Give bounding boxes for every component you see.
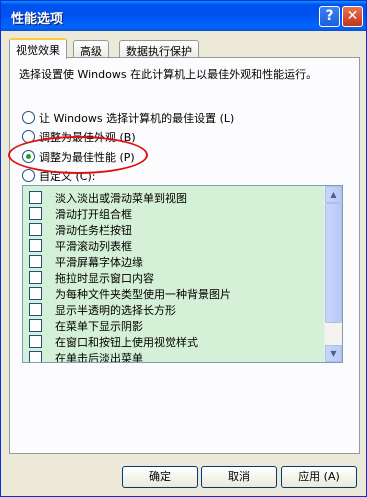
checkbox[interactable] [29, 191, 42, 204]
scroll-thumb[interactable] [325, 203, 342, 323]
list-item-label: 显示半透明的选择长方形 [55, 304, 176, 317]
intro-text: 选择设置使 Windows 在此计算机上以最佳外观和性能运行。 [19, 68, 318, 81]
tab-visual-effects[interactable]: 视觉效果 [9, 38, 67, 59]
tab-advanced[interactable]: 高级 [73, 40, 109, 58]
checkbox[interactable] [29, 223, 42, 236]
radio-label: 让 Windows 选择计算机的最佳设置 (L) [39, 112, 235, 125]
chevron-up-icon: ▲ [330, 190, 337, 199]
list-item-label: 在菜单下显示阴影 [55, 320, 143, 333]
list-item-label: 平滑屏幕字体边缘 [55, 256, 143, 269]
checkbox[interactable] [29, 271, 42, 284]
checkbox[interactable] [29, 287, 42, 300]
close-icon: ✕ [346, 8, 359, 24]
title-bar[interactable]: 性能选项 ? ✕ [1, 1, 366, 31]
list-item-label: 拖拉时显示窗口内容 [55, 272, 154, 285]
list-item-label: 在窗口和按钮上使用视觉样式 [55, 336, 198, 349]
question-icon: ? [325, 8, 334, 24]
radio-indicator [22, 169, 35, 182]
checkbox[interactable] [29, 239, 42, 252]
scroll-up-button[interactable]: ▲ [325, 186, 342, 203]
radio-indicator [22, 111, 35, 124]
red-highlight-ellipse [8, 136, 148, 174]
list-item-label: 平滑滚动列表框 [55, 240, 132, 253]
close-button[interactable]: ✕ [342, 6, 363, 27]
list-item-label: 为每种文件夹类型使用一种背景图片 [55, 288, 231, 301]
list-item-label: 在单击后淡出菜单 [55, 352, 143, 363]
list-item-label: 滑动任务栏按钮 [55, 224, 132, 237]
chevron-down-icon: ▼ [330, 349, 337, 358]
checkbox[interactable] [29, 207, 42, 220]
help-button[interactable]: ? [319, 6, 340, 27]
visual-effects-list[interactable]: 淡入淡出或滑动菜单到视图 滑动打开组合框 滑动任务栏按钮 平滑滚动列表框 平滑屏… [22, 185, 343, 363]
scroll-down-button[interactable]: ▼ [325, 345, 342, 362]
tab-dep[interactable]: 数据执行保护 [119, 40, 199, 58]
checkbox[interactable] [29, 255, 42, 268]
list-item-label: 淡入淡出或滑动菜单到视图 [55, 192, 187, 205]
checkbox[interactable] [29, 303, 42, 316]
list-item-label: 滑动打开组合框 [55, 208, 132, 221]
window-title: 性能选项 [11, 12, 64, 27]
apply-button[interactable]: 应用 (A) [281, 466, 357, 488]
vertical-scrollbar[interactable]: ▲ ▼ [324, 186, 342, 362]
checkbox[interactable] [29, 351, 42, 362]
cancel-button[interactable]: 取消 [201, 466, 277, 488]
ok-button[interactable]: 确定 [122, 466, 198, 488]
checkbox[interactable] [29, 319, 42, 332]
checkbox[interactable] [29, 335, 42, 348]
performance-options-dialog: 性能选项 ? ✕ 视觉效果 高级 数据执行保护 选择设置使 Windows 在此… [0, 0, 367, 497]
